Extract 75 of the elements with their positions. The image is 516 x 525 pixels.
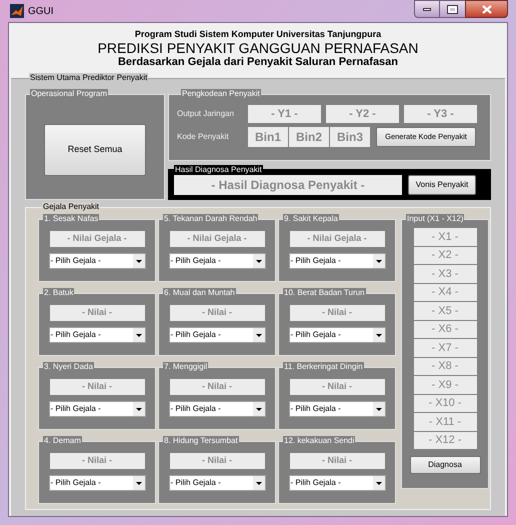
diagnosa-button[interactable]: Diagnosa [410,456,480,474]
panel-title: 1. Sesak Nafas [43,214,100,224]
panel-title: 11. Berkeringat Dingin [283,362,364,372]
value-field: - Nilai - [50,305,144,321]
symptom-dropdown[interactable]: - Pilih Gejala - [168,475,266,491]
panel-title: 4. Demam [43,436,82,446]
panel-title: 6. Mual dan Muntah [163,288,236,298]
close-button[interactable] [465,0,508,18]
value-field: - Nilai Gejala - [170,231,264,247]
panel-title: Gejala Penyakit [42,202,100,212]
symptom-dropdown[interactable]: - Pilih Gejala - [288,253,386,269]
symptom-dropdown[interactable]: - Pilih Gejala - [48,475,146,491]
output-label: Output Jaringan [177,108,235,120]
value-field: - Nilai - [50,379,144,395]
code-field: Bin3 [330,127,370,147]
reset-button[interactable]: Reset Semua [44,124,146,176]
input-value-field: - X3 - [414,265,476,282]
page-subtitle: Berdasarkan Gejala dari Penyakit Saluran Pernafasan [118,56,398,69]
symptom-dropdown[interactable]: - Pilih Gejala - [288,475,386,491]
panel-title: 12. kekakuan Sendi [283,436,356,446]
panel-title: Input (X1 - X12) [406,214,464,224]
code-field: Bin2 [289,127,329,147]
minimize-button[interactable] [414,0,440,18]
symptom-dropdown[interactable]: - Pilih Gejala - [168,401,266,417]
page-title: PREDIKSI PENYAKIT GANGGUAN PERNAFASAN [98,40,418,56]
value-field: - Nilai - [290,453,384,469]
input-value-field: - X6 - [414,320,476,338]
symptom-dropdown[interactable]: - Pilih Gejala - [48,327,146,343]
panel-title: Hasil Diagnosa Penyakit [174,165,263,175]
vonis-button[interactable]: Vonis Penyakit [408,175,476,195]
value-field: - Nilai Gejala - [290,231,384,247]
value-field: - Nilai - [50,453,144,469]
output-field: - Y3 - [404,105,477,123]
input-value-field: - X10 - [414,394,476,412]
input-value-field: - X8 - [414,358,476,375]
result-field: - Hasil Diagnosa Penyakit - [174,175,402,195]
input-value-field: - X12 - [414,432,476,449]
input-value-field: - X7 - [414,339,476,356]
value-field: - Nilai - [170,379,264,395]
close-icon [482,4,492,14]
value-field: - Nilai - [290,305,384,321]
value-field: - Nilai - [170,453,264,469]
symptom-dropdown[interactable]: - Pilih Gejala - [48,401,146,417]
input-value-field: - X5 - [414,302,476,320]
institution-text: Program Studi Sistem Komputer Universitas Tanjungpura [134,29,382,40]
value-field: - Nilai - [290,379,384,395]
output-field: - Y1 - [248,105,321,123]
code-field: Bin1 [248,127,288,147]
panel-title: Pengkodean Penyakit [181,89,261,99]
value-field: - Nilai - [170,305,264,321]
panel-title: Sistem Utama Prediktor Penyakit [29,73,148,83]
input-value-field: - X1 - [414,228,476,246]
symptom-dropdown[interactable]: - Pilih Gejala - [168,327,266,343]
input-value-field: - X2 - [414,246,476,264]
symptom-dropdown[interactable]: - Pilih Gejala - [168,253,266,269]
value-field: - Nilai Gejala - [50,231,144,247]
panel-title: 2. Batuk [43,288,74,298]
input-value-field: - X11 - [414,413,476,430]
window-title: GGUI [28,4,54,18]
app-logo-icon [10,4,24,18]
symptom-dropdown[interactable]: - Pilih Gejala - [288,327,386,343]
panel-title: 3. Nyeri Dada [43,362,94,372]
kode-label: Kode Penyakit [177,131,230,143]
output-field: - Y2 - [326,105,399,123]
maximize-button[interactable] [440,0,465,18]
panel-title: Operasional Program [30,89,108,99]
panel-title: 10. Berat Badan Turun [283,288,366,298]
panel-title: 7. Menggigil [163,362,208,372]
panel-title: 9. Sakit Kepala [283,214,339,224]
panel-title: 8. Hidung Tersumbat [163,436,239,446]
panel-title: 5. Tekanan Darah Rendah [163,214,258,224]
input-value-field: - X9 - [414,376,476,394]
symptom-dropdown[interactable]: - Pilih Gejala - [48,253,146,269]
input-value-field: - X4 - [414,284,476,301]
symptom-dropdown[interactable]: - Pilih Gejala - [288,401,386,417]
